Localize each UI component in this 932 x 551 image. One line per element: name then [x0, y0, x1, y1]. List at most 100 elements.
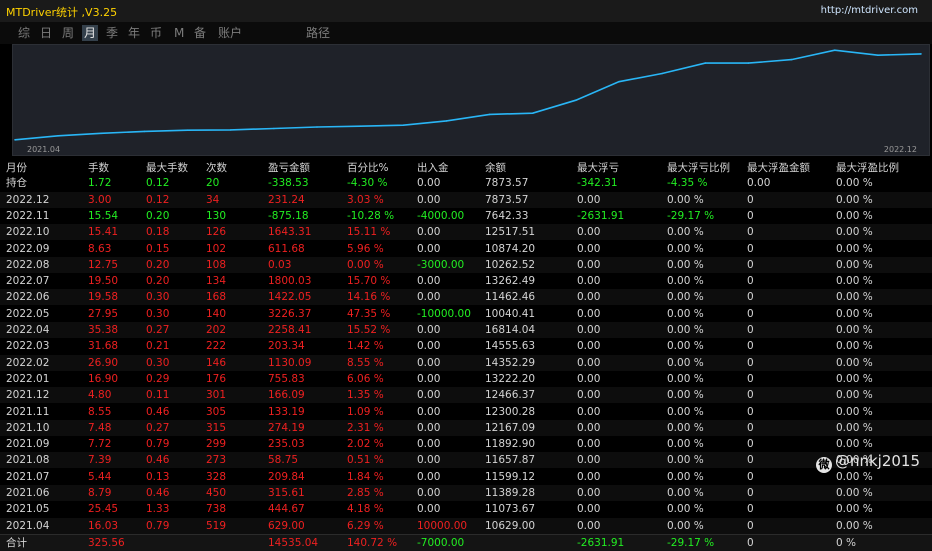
cell-max-drawdown-pct: 0.00 % [667, 421, 704, 434]
cell-profit: 444.67 [268, 503, 305, 516]
cell-cashflow: -4000.00 [417, 209, 465, 222]
cell-percent: 1.42 % [347, 340, 384, 353]
cell-lots: 19.50 [88, 275, 119, 288]
header-max-drawdown: 最大浮亏 [577, 162, 619, 174]
tab-2[interactable]: 周 [60, 25, 76, 41]
title-bar: MTDriver统计 ,V3.25 http://mtdriver.com [0, 0, 932, 23]
balance-point [14, 139, 16, 141]
table-total-row: 合计 325.56 14535.04 140.72 % -7000.00 -2631.91… [0, 533, 932, 551]
cell-max-float-profit: 0 [747, 536, 754, 549]
balance-line [14, 49, 922, 141]
cell-max-drawdown: 0.00 [577, 372, 601, 385]
cell-cashflow: 0.00 [417, 487, 441, 499]
cell-max-float-profit-pct: 0.00 % [836, 421, 873, 434]
cell-profit: 611.68 [268, 242, 305, 255]
table-row: 2022.05 27.95 0.30 140 3226.37 47.35 % -10000.… [0, 306, 932, 322]
tab-9[interactable]: 账户 [216, 25, 244, 41]
cell-month: 2021.04 [6, 519, 50, 532]
cell-profit: 209.84 [268, 470, 305, 483]
tab-1[interactable]: 日 [38, 25, 54, 41]
balance-point [273, 127, 275, 130]
cell-lots: 8.79 [88, 487, 112, 499]
balance-point [100, 132, 103, 135]
balance-point [618, 80, 620, 83]
cell-lots: 5.44 [88, 470, 112, 483]
cell-max-float-profit-pct: 0.00 % [836, 291, 873, 304]
tab-5[interactable]: 年 [126, 25, 142, 41]
x-axis-start-label: 2021.04 [27, 145, 60, 154]
cell-month: 2022.02 [6, 356, 50, 369]
tab-3[interactable]: 月 [82, 25, 99, 41]
cell-max-drawdown: 0.00 [577, 438, 601, 451]
cell-max-lots: 0.79 [146, 519, 170, 532]
balance-point [704, 62, 707, 64]
cell-max-drawdown-pct: 0.00 % [667, 258, 704, 271]
cell-trades: 328 [206, 470, 227, 483]
cell-month: 2021.06 [6, 487, 50, 499]
tab-7[interactable]: M [172, 25, 186, 41]
cell-max-float-profit: 0 [747, 503, 754, 516]
cell-percent: 4.18 % [347, 503, 384, 516]
cell-cashflow: 0.00 [417, 405, 441, 418]
table-row: 2021.05 25.45 1.33 738 444.67 4.18 % 0.00 11073… [0, 501, 932, 517]
cell-profit: 203.34 [268, 340, 305, 353]
cell-trades: 108 [206, 258, 227, 271]
cell-percent: 0.00 % [347, 258, 384, 271]
table-row: 2022.12 3.00 0.12 34 231.24 3.03 % 0.00 7873.57… [0, 191, 932, 208]
cell-profit: 58.75 [268, 454, 299, 467]
cell-max-lots: 0.29 [146, 372, 170, 385]
cell-balance: 11657.87 [485, 454, 536, 467]
cell-lots: 15.54 [88, 209, 119, 222]
cell-month: 2022.09 [6, 242, 50, 255]
tab-8[interactable]: 备 [192, 25, 208, 41]
table-row: 2021.12 4.80 0.11 301 166.09 1.35 % 0.00 12466.… [0, 387, 932, 404]
table-row: 2021.09 7.72 0.79 299 235.03 2.02 % 0.00 11892.… [0, 436, 932, 452]
tab-6[interactable]: 币 [148, 25, 164, 41]
cell-percent: -10.28 % [347, 209, 395, 222]
cell-percent: -4.30 % [347, 177, 388, 190]
cell-max-float-profit-pct: 0.00 % [836, 405, 873, 418]
cell-month: 2021.08 [6, 454, 50, 467]
table-row: 2021.08 7.39 0.46 273 58.75 0.51 % 0.00 11657.8… [0, 452, 932, 469]
website-link[interactable]: http://mtdriver.com [821, 5, 918, 16]
cell-max-drawdown-pct: -29.17 % [667, 536, 715, 549]
cell-balance: 11462.46 [485, 291, 536, 304]
cell-month: 持仓 [6, 177, 27, 190]
header-max-lots: 最大手数 [146, 162, 188, 174]
tab-10[interactable]: 路径 [304, 25, 332, 41]
tab-0[interactable]: 综 [16, 25, 32, 41]
cell-month: 2021.12 [6, 389, 50, 402]
cell-max-float-profit: 0 [747, 307, 754, 320]
cell-max-lots: 0.46 [146, 487, 170, 499]
cell-month: 2022.08 [6, 258, 50, 271]
cell-percent: 6.06 % [347, 372, 384, 385]
cell-balance: 10629.00 [485, 519, 536, 532]
cell-max-float-profit-pct: 0.00 % [836, 356, 873, 369]
cell-trades: 176 [206, 372, 227, 385]
header-max-drawdown-pct: 最大浮亏比例 [667, 162, 730, 174]
balance-point [445, 120, 448, 122]
header-percent: 百分比% [347, 162, 389, 174]
cell-profit: -338.53 [268, 177, 309, 190]
balance-point [877, 54, 879, 56]
cell-percent: 15.11 % [347, 226, 391, 239]
cell-max-lots: 0.18 [146, 226, 170, 239]
cell-cashflow: -7000.00 [417, 536, 465, 549]
balance-chart: 2021.04 2022.12 [12, 44, 930, 156]
header-month: 月份 [6, 162, 27, 174]
cell-max-drawdown: 0.00 [577, 356, 601, 369]
cell-lots: 16.90 [88, 372, 119, 385]
cell-trades: 130 [206, 209, 227, 222]
cell-profit: 3226.37 [268, 307, 312, 320]
cell-trades: 299 [206, 438, 227, 451]
cell-lots: 7.39 [88, 454, 112, 467]
cell-lots: 25.45 [88, 503, 119, 516]
cell-max-float-profit-pct: 0.00 % [836, 372, 873, 385]
cell-max-drawdown: -2631.91 [577, 536, 625, 549]
cell-max-drawdown: -2631.91 [577, 209, 625, 222]
balance-point [143, 130, 146, 133]
cell-max-lots: 0.21 [146, 340, 170, 353]
cell-max-float-profit: 0 [747, 389, 754, 402]
cell-balance: 11599.12 [485, 470, 536, 483]
tab-4[interactable]: 季 [104, 25, 120, 41]
